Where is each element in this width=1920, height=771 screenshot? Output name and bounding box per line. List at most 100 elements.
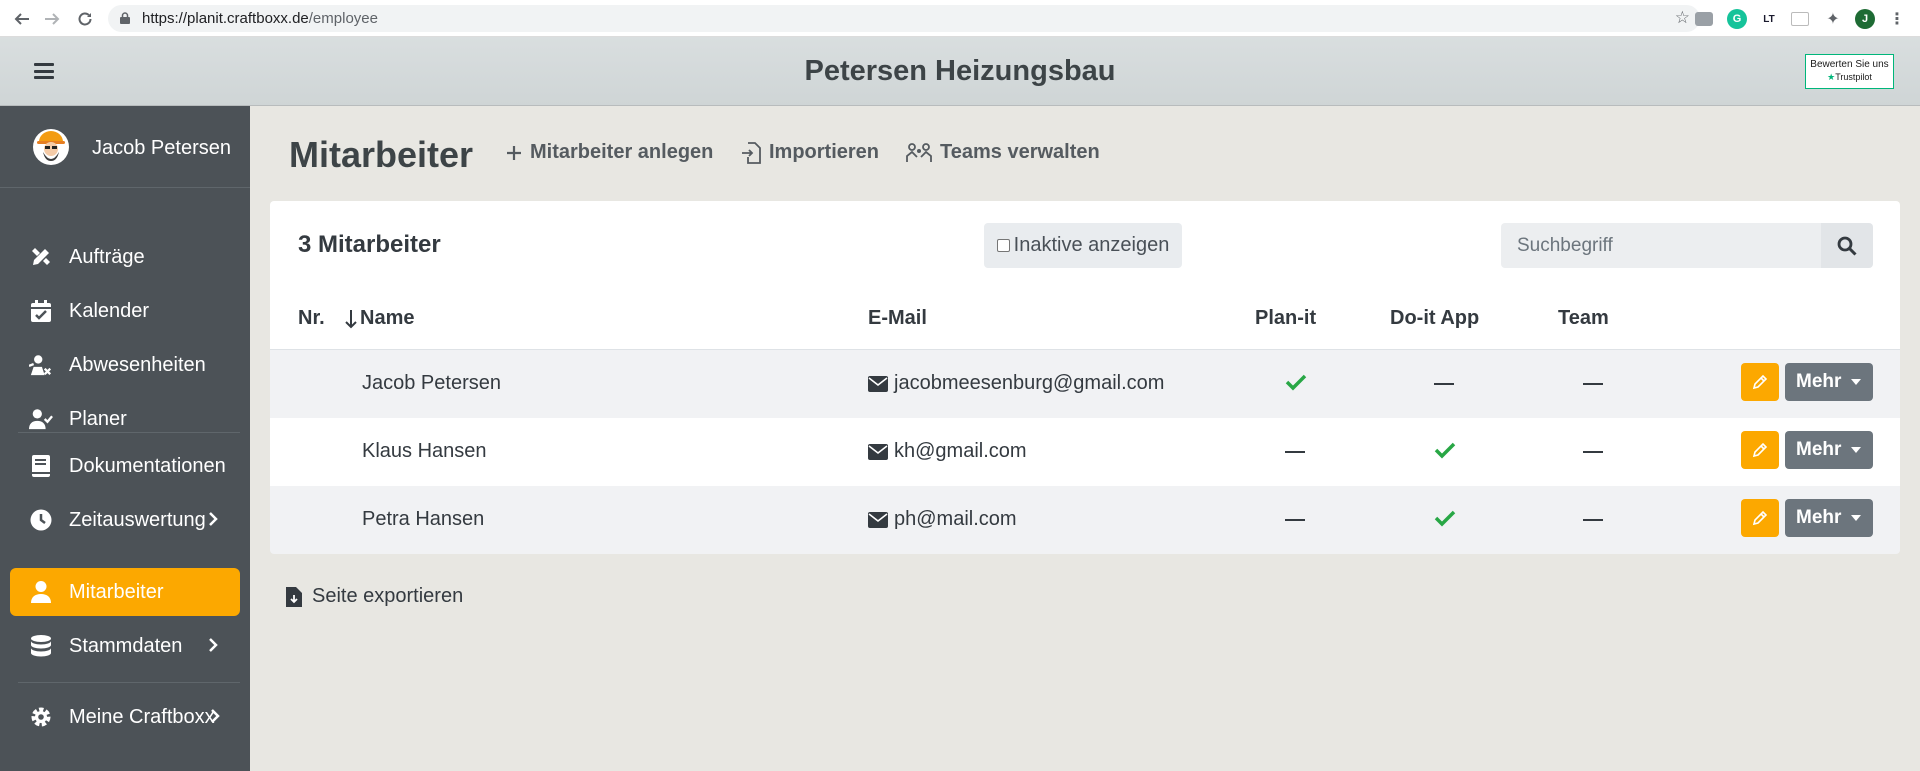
import-button[interactable]: Importieren: [741, 141, 879, 164]
user-icon: [29, 580, 53, 604]
show-inactive-label: Inaktive anzeigen: [1013, 234, 1170, 256]
column-header-name-label: Name: [360, 307, 415, 329]
employee-name[interactable]: Jacob Petersen: [362, 372, 501, 395]
database-icon: [29, 634, 53, 658]
show-inactive-toggle[interactable]: Inaktive anzeigen: [984, 223, 1182, 268]
book-icon: [29, 454, 53, 478]
envelope-icon: [868, 511, 888, 528]
employee-email[interactable]: jacobmeesenburg@gmail.com: [868, 372, 1164, 395]
url-text: https://planit.craftboxx.de/employee: [142, 10, 378, 27]
check-icon: [1285, 374, 1307, 391]
profile-avatar[interactable]: J: [1855, 9, 1875, 29]
file-download-icon: [286, 586, 302, 607]
sidebar-item-mitarbeiter[interactable]: Mitarbeiter: [10, 568, 240, 616]
clock-icon: [29, 508, 53, 532]
forward-arrow-icon[interactable]: [40, 7, 64, 31]
screen-extension-icon[interactable]: [1791, 12, 1809, 26]
grammarly-extension-icon[interactable]: G: [1727, 9, 1747, 29]
more-label: Mehr: [1796, 371, 1842, 392]
sidebar-divider: [18, 432, 240, 433]
sidebar: Jacob Petersen Aufträge Kalender Abwesen…: [0, 106, 250, 771]
sidebar-item-dokumentationen[interactable]: Dokumentationen: [10, 442, 240, 490]
calendar-check-icon: [29, 299, 53, 323]
column-header-planit: Plan-it: [1255, 307, 1317, 329]
envelope-icon: [868, 375, 888, 392]
back-arrow-icon[interactable]: [10, 7, 34, 31]
search-input[interactable]: [1501, 223, 1821, 268]
trustpilot-logo-text: Trustpilot: [1835, 72, 1872, 82]
more-label: Mehr: [1796, 507, 1842, 528]
table-row[interactable]: Klaus Hansen kh@gmail.com Mehr: [270, 418, 1900, 486]
sidebar-item-kalender[interactable]: Kalender: [10, 287, 240, 335]
edit-button[interactable]: [1741, 431, 1779, 469]
manage-teams-button[interactable]: Teams verwalten: [906, 141, 1100, 164]
column-header-nr: Nr.: [298, 307, 325, 329]
add-employee-label: Mitarbeiter anlegen: [530, 141, 714, 163]
puzzle-extensions-icon[interactable]: ✦: [1823, 9, 1843, 29]
table-row[interactable]: Petra Hansen ph@mail.com Mehr: [270, 486, 1900, 554]
more-label: Mehr: [1796, 439, 1842, 460]
column-header-email: E-Mail: [868, 307, 927, 329]
team-empty: [1583, 519, 1603, 521]
edit-button[interactable]: [1741, 363, 1779, 401]
sidebar-item-label: Meine Craftboxx: [69, 705, 215, 728]
caret-down-icon: [1851, 379, 1861, 385]
team-empty: [1583, 451, 1603, 453]
team-icon: [906, 142, 932, 162]
address-bar[interactable]: https://planit.craftboxx.de/employee ☆: [108, 5, 1700, 32]
chevron-right-icon: [209, 512, 218, 526]
edit-tools-icon: [29, 245, 53, 269]
manage-teams-label: Teams verwalten: [940, 141, 1100, 163]
search-button[interactable]: [1821, 223, 1873, 268]
profile-initial: J: [1861, 13, 1869, 25]
sidebar-item-meine-craftboxx[interactable]: Meine Craftboxx: [10, 693, 240, 741]
employee-email-text: kh@gmail.com: [894, 440, 1027, 462]
more-dropdown-button[interactable]: Mehr: [1785, 431, 1873, 469]
company-name: Petersen Heizungsbau: [804, 55, 1116, 87]
pencil-icon: [1752, 510, 1768, 526]
trustpilot-badge[interactable]: Bewerten Sie uns ★Trustpilot: [1805, 54, 1894, 89]
team-empty: [1583, 383, 1603, 385]
sidebar-item-label: Kalender: [69, 299, 150, 322]
gear-icon: [29, 705, 53, 729]
sidebar-item-zeitauswertung[interactable]: Zeitauswertung: [10, 496, 240, 544]
sidebar-divider: [18, 682, 240, 683]
show-inactive-checkbox[interactable]: [996, 239, 1010, 252]
column-header-name[interactable]: Name: [345, 307, 414, 330]
sidebar-item-planer[interactable]: Planer: [10, 395, 240, 443]
dash-icon: [1285, 451, 1305, 453]
sidebar-item-stammdaten[interactable]: Stammdaten: [10, 622, 240, 670]
more-dropdown-button[interactable]: Mehr: [1785, 363, 1873, 401]
page-title: Mitarbeiter: [289, 134, 474, 175]
employee-email[interactable]: kh@gmail.com: [868, 440, 1027, 463]
kebab-menu-icon[interactable]: ⋮: [1887, 9, 1907, 29]
chevron-right-icon: [209, 638, 218, 652]
drive-extension-icon[interactable]: [1695, 12, 1713, 26]
sidebar-item-label: Zeitauswertung: [69, 508, 206, 531]
app-header: Petersen Heizungsbau Bewerten Sie uns ★T…: [0, 37, 1920, 106]
employee-name[interactable]: Petra Hansen: [362, 508, 484, 531]
table-row[interactable]: Jacob Petersen jacobmeesenburg@gmail.com…: [270, 350, 1900, 418]
chevron-right-icon: [211, 709, 220, 723]
bookmark-star-icon[interactable]: ☆: [1675, 8, 1690, 28]
sidebar-item-label: Mitarbeiter: [69, 580, 164, 603]
dash-icon: [1434, 383, 1454, 385]
check-icon: [1434, 510, 1456, 527]
sidebar-item-label: Abwesenheiten: [69, 353, 206, 376]
employee-email[interactable]: ph@mail.com: [868, 508, 1017, 531]
search-icon: [1837, 236, 1857, 256]
sidebar-item-auftraege[interactable]: Aufträge: [10, 233, 240, 281]
user-absent-icon: [29, 353, 53, 377]
sort-down-arrow-icon: [345, 309, 357, 328]
add-employee-button[interactable]: Mitarbeiter anlegen: [506, 141, 713, 164]
sidebar-item-label: Planer: [69, 407, 127, 430]
sidebar-item-abwesenheiten[interactable]: Abwesenheiten: [10, 341, 240, 389]
more-dropdown-button[interactable]: Mehr: [1785, 499, 1873, 537]
employee-name[interactable]: Klaus Hansen: [362, 440, 487, 463]
reload-icon[interactable]: [73, 7, 97, 31]
sidebar-user[interactable]: Jacob Petersen: [0, 106, 250, 188]
employee-email-text: ph@mail.com: [894, 508, 1017, 530]
export-page-button[interactable]: Seite exportieren: [286, 585, 463, 608]
edit-button[interactable]: [1741, 499, 1779, 537]
languagetool-extension-icon[interactable]: LT: [1759, 9, 1779, 29]
